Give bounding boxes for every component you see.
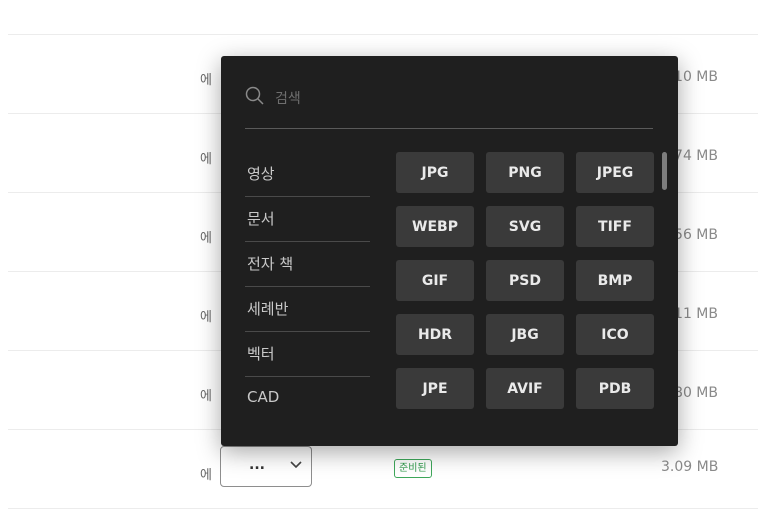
category-item[interactable]: 세례반	[245, 287, 370, 332]
category-list: 영상 문서 전자 책 세례반 벡터 CAD	[245, 152, 370, 422]
format-option[interactable]: ICO	[576, 314, 654, 355]
format-option[interactable]: GIF	[396, 260, 474, 301]
row-label: 에	[200, 73, 212, 88]
category-item[interactable]: 벡터	[245, 332, 370, 377]
format-option[interactable]: BMP	[576, 260, 654, 301]
search-field[interactable]: 검색	[245, 84, 653, 129]
format-option[interactable]: JPE	[396, 368, 474, 409]
file-size: 11 MB	[674, 306, 718, 322]
search-icon	[245, 86, 264, 105]
format-option[interactable]: JBG	[486, 314, 564, 355]
category-item[interactable]: 문서	[245, 197, 370, 242]
file-size: 74 MB	[674, 148, 718, 164]
file-size: 10 MB	[674, 69, 718, 85]
format-option[interactable]: HDR	[396, 314, 474, 355]
row-label: 에	[200, 152, 212, 167]
format-option[interactable]: AVIF	[486, 368, 564, 409]
format-picker-popup: 검색 영상 문서 전자 책 세례반 벡터 CAD JPG PNG JPEG WE…	[221, 56, 678, 446]
format-option[interactable]: JPG	[396, 152, 474, 193]
status-badge: 준비된	[394, 459, 432, 478]
file-size: 56 MB	[674, 227, 718, 243]
search-input[interactable]: 검색	[275, 88, 301, 108]
file-row-0	[8, 0, 758, 35]
format-option[interactable]: PDB	[576, 368, 654, 409]
category-item[interactable]: 전자 책	[245, 242, 370, 287]
row-label: 에	[200, 310, 212, 325]
chevron-down-icon	[290, 461, 302, 469]
format-option[interactable]: WEBP	[396, 206, 474, 247]
format-option[interactable]: PNG	[486, 152, 564, 193]
file-size: 80 MB	[674, 385, 718, 401]
select-value: ...	[249, 457, 265, 473]
row-label: 에	[200, 389, 212, 404]
scrollbar-thumb[interactable]	[662, 152, 667, 190]
format-option[interactable]: SVG	[486, 206, 564, 247]
row-label: 에	[200, 468, 212, 483]
format-select[interactable]: ...	[220, 446, 312, 487]
format-grid: JPG PNG JPEG WEBP SVG TIFF GIF PSD BMP H…	[396, 152, 656, 409]
row-label: 에	[200, 231, 212, 246]
category-item[interactable]: CAD	[245, 377, 370, 422]
format-option[interactable]: PSD	[486, 260, 564, 301]
format-option[interactable]: TIFF	[576, 206, 654, 247]
file-size: 3.09 MB	[661, 459, 719, 475]
category-item[interactable]: 영상	[245, 152, 370, 197]
format-option[interactable]: JPEG	[576, 152, 654, 193]
